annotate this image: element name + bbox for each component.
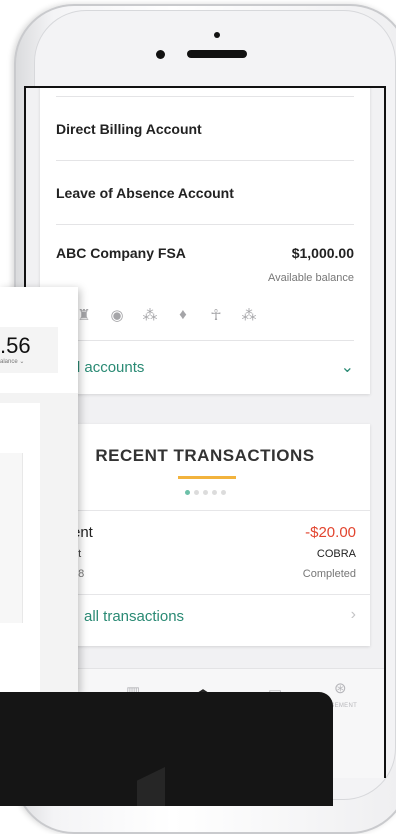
section-title: RECENT TRANSACTIONS	[95, 446, 315, 465]
front-camera	[156, 50, 165, 59]
pagination-dots	[40, 490, 370, 495]
phone-screen: Direct Billing Account Leave of Absence …	[24, 86, 386, 778]
chevron-down-icon: ⌄	[19, 359, 25, 365]
person-icon: ☥	[210, 307, 222, 324]
view-all-transactions-link[interactable]: all transactions	[84, 608, 184, 625]
pagination-dot[interactable]	[202, 490, 208, 495]
accounts-card: Direct Billing Account Leave of Absence …	[40, 88, 370, 394]
people-icon: ⁂	[142, 307, 158, 324]
account-row-direct-billing[interactable]: Direct Billing Account	[56, 96, 354, 161]
panel-balance: .56	[0, 333, 31, 358]
transaction-status: Completed	[302, 568, 356, 580]
pagination-dot[interactable]	[184, 490, 190, 495]
benefit-icons: ♜ ◉ ⁂ ♦ ☥ ⁂	[74, 306, 259, 324]
account-row-leave-of-absence[interactable]: Leave of Absence Account	[56, 160, 354, 225]
front-sensor	[214, 32, 220, 38]
pagination-dot[interactable]	[193, 490, 199, 495]
divider	[40, 510, 370, 511]
account-balance: $1,000.00	[291, 245, 354, 261]
account-name: Direct Billing Account	[56, 121, 202, 137]
transaction-type: COBRA	[316, 548, 356, 560]
account-name: Leave of Absence Account	[56, 185, 234, 201]
panel-content	[0, 403, 40, 693]
eye-icon: ◉	[110, 307, 124, 324]
overlapping-screen-panel: .56 alance ⌄	[0, 287, 78, 694]
panel-balance-sub[interactable]: alance ⌄	[0, 358, 24, 365]
family-icon: ⁂	[241, 307, 257, 324]
available-balance-label: Available balance	[267, 272, 354, 284]
title-underline	[178, 476, 236, 479]
chevron-down-icon: ⌄	[340, 359, 354, 376]
pagination-dot[interactable]	[211, 490, 217, 495]
closed-accounts-toggle[interactable]: sed accounts ⌄	[56, 340, 354, 393]
graduation-cap-icon: ♦	[179, 306, 187, 323]
reimbursement-icon[interactable]: ⊛	[334, 679, 347, 697]
earpiece-speaker	[187, 50, 247, 58]
panel-content-block	[0, 453, 23, 623]
dark-overlay-panel	[0, 692, 333, 806]
divider	[40, 594, 370, 595]
pagination-dot[interactable]	[220, 490, 226, 495]
recent-transactions-card: RECENT TRANSACTIONS ent -$20.00 nt COBRA…	[40, 424, 370, 646]
transaction-amount: -$20.00	[305, 524, 356, 541]
chevron-right-icon: ›	[350, 606, 356, 623]
account-name: ABC Company FSA	[56, 245, 186, 261]
